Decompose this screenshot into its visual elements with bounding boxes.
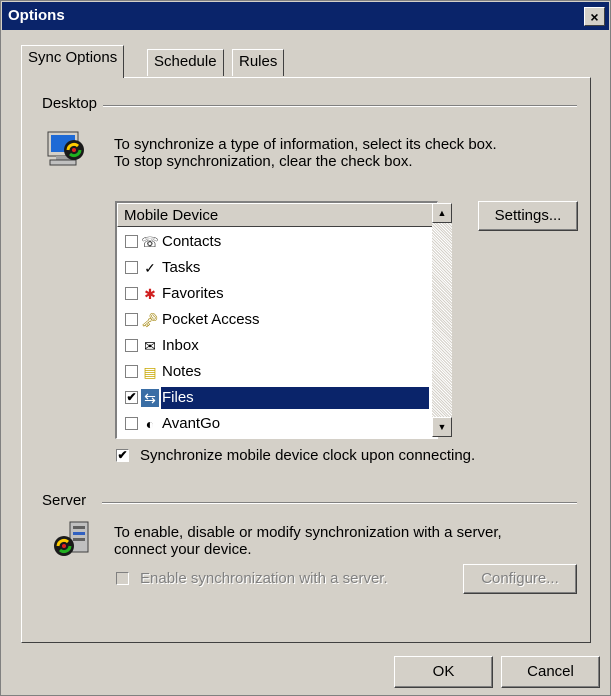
list-column-header-label: Mobile Device [124,207,219,224]
list-item[interactable]: ✱ Favorites [119,283,431,305]
options-dialog: Options × Sync Options Schedule Rules De… [0,0,611,696]
scroll-down-icon: ▼ [437,422,447,432]
desktop-description-line2: To stop synchronization, clear the check… [114,153,413,170]
list-item[interactable]: ✉ Inbox [119,335,431,357]
list-item[interactable]: ☏ Contacts [119,231,431,253]
list-item[interactable]: ✓ Tasks [119,257,431,279]
list-item-checkbox[interactable] [125,365,138,378]
list-item-label: Favorites [162,285,224,302]
desktop-group-label: Desktop [42,95,104,112]
notes-icon: ▤ [143,364,157,380]
ok-button[interactable]: OK [394,656,493,688]
list-item-checkbox[interactable] [125,417,138,430]
tab-rules-label: Rules [239,53,278,70]
list-item-checkbox[interactable] [125,313,138,326]
list-scrollbar[interactable]: ▲ ▼ [432,203,452,437]
server-description-line2: connect your device. [114,541,252,558]
ok-button-label: OK [432,663,455,680]
list-item-label: Notes [162,363,202,380]
title-bar[interactable]: Options × [2,2,609,30]
server-sync-icon [54,521,89,556]
configure-button[interactable]: Configure... [463,564,577,594]
selection-highlight [161,387,429,409]
cancel-button[interactable]: Cancel [501,656,600,688]
desktop-group-divider [102,105,577,107]
enable-server-sync-label[interactable]: Enable synchronization with a server. [140,570,388,587]
enable-server-sync-checkbox[interactable] [116,572,129,585]
configure-button-label: Configure... [481,570,559,587]
close-icon: × [590,8,599,25]
tab-schedule[interactable]: Schedule [147,49,224,76]
tab-schedule-label: Schedule [154,53,217,70]
list-item-label: AvantGo [162,415,221,432]
tab-sync-options-label: Sync Options [28,49,118,66]
settings-button-label: Settings... [494,207,562,224]
server-description-line1: To enable, disable or modify synchroniza… [114,524,502,541]
list-item-checkbox[interactable] [125,287,138,300]
list-item[interactable]: ▤ Notes [119,361,431,383]
scroll-up-button[interactable]: ▲ [432,203,452,223]
sync-options-panel: Desktop To synchronize a type of informa… [21,77,591,643]
mobile-device-list[interactable]: Mobile Device ☏ Contacts ✓ Tasks ✱ Favorites 🗝… [115,201,438,439]
checkmark-icon: ✔ [117,448,128,462]
cancel-button-label: Cancel [527,663,574,680]
tab-rules[interactable]: Rules [232,49,285,76]
window-title: Options [8,7,65,24]
list-item[interactable]: 🗝 Pocket Access [119,309,431,331]
list-item-label: Pocket Access [162,311,260,328]
tasks-icon: ✓ [144,260,156,276]
avantgo-icon: ◐ [145,416,155,432]
scroll-down-button[interactable]: ▼ [432,417,452,437]
scroll-up-icon: ▲ [437,208,447,218]
list-item-label: Files [161,388,195,408]
close-button[interactable]: × [584,7,605,26]
server-group-label: Server [42,492,93,509]
checkmark-icon: ✔ [126,390,137,404]
settings-button[interactable]: Settings... [478,201,578,231]
scroll-track[interactable] [432,223,452,417]
sync-clock-checkbox[interactable]: ✔ [116,449,129,462]
desktop-description-line1: To synchronize a type of information, se… [114,136,497,153]
tab-sync-options[interactable]: Sync Options [21,45,125,78]
list-item-checkbox[interactable] [125,261,138,274]
contacts-icon: ☏ [141,234,159,250]
list-item[interactable]: ✔ ⇆ Files [119,387,431,409]
list-item[interactable]: ◐ AvantGo [119,413,431,435]
list-item-label: Contacts [162,233,222,250]
server-group-divider [102,502,577,504]
inbox-icon: ✉ [144,338,156,354]
list-item-label: Inbox [162,337,199,354]
files-icon: ⇆ [141,389,159,407]
sync-clock-label[interactable]: Synchronize mobile device clock upon con… [140,447,475,464]
list-item-checkbox[interactable] [125,235,138,248]
list-item-label: Tasks [162,259,201,276]
list-item-checkbox[interactable] [125,339,138,352]
desktop-sync-icon [47,131,84,166]
favorites-icon: ✱ [144,286,156,302]
list-item-checkbox[interactable]: ✔ [125,391,138,404]
list-column-header[interactable]: Mobile Device [117,203,433,227]
pocket-access-icon: 🗝 [141,312,159,328]
